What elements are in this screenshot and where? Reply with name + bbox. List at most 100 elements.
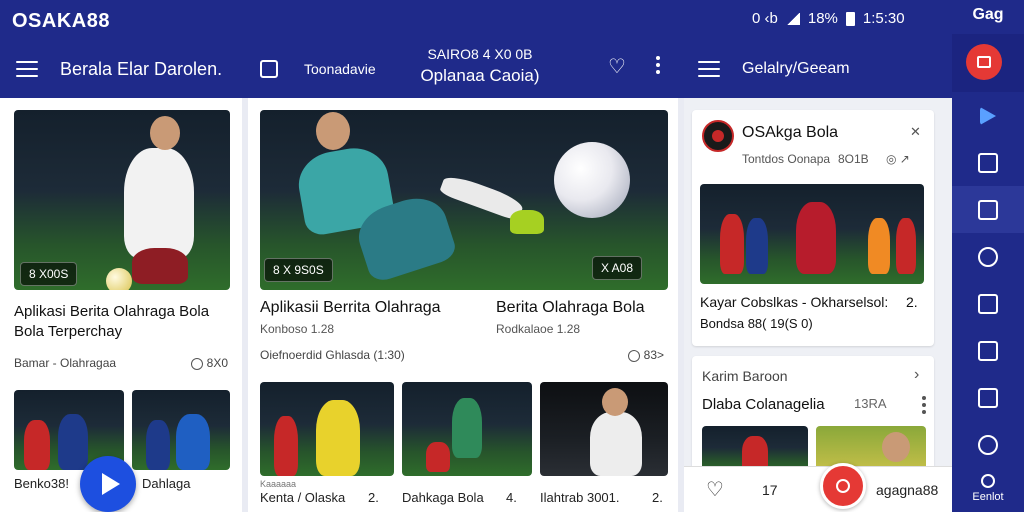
panel2-title: Dlaba Colanagelia	[702, 396, 825, 413]
col2-subtitle[interactable]: Toonadavie	[304, 61, 376, 77]
card-a-title[interactable]: Aplikasii Berrita Olahraga	[260, 298, 480, 318]
hero-badge-right: X A08	[592, 256, 643, 280]
thumb1-label[interactable]: Benko38!	[14, 476, 69, 491]
filter-icon[interactable]	[260, 60, 278, 78]
player-figure	[124, 148, 194, 258]
share-icon[interactable]: ◎ ↗	[886, 152, 910, 166]
panel1-name: OSAkga Bola	[742, 124, 839, 141]
refresh-button[interactable]	[820, 463, 866, 509]
center-line1: SAIRO8 4 X0 0B	[427, 46, 533, 62]
ball	[106, 268, 132, 290]
thumb-a-label[interactable]: Kenta / Olaska	[260, 490, 345, 505]
bottom-brand[interactable]: agagna88	[876, 482, 938, 498]
panel2-num: 13RA	[854, 396, 887, 411]
card-b-title[interactable]: Berita Olahraga Bola	[496, 298, 676, 318]
chevron-right-icon[interactable]: ›	[914, 366, 919, 384]
cloud-icon	[978, 246, 998, 267]
player-figure	[868, 218, 890, 274]
app-header: OSAKA88 0 ‹b 18% 1:5:30 Berala Elar Daro…	[0, 0, 952, 98]
player-head	[150, 116, 180, 150]
card1-comments[interactable]: 8X0	[190, 356, 228, 370]
thumb-b-image[interactable]	[402, 382, 532, 476]
menu-icon-2[interactable]	[698, 61, 720, 77]
bottom-count: 17	[762, 481, 778, 498]
thumb2-image[interactable]	[132, 390, 230, 470]
battery-icon	[845, 11, 855, 26]
rail-item-send[interactable]	[952, 92, 1024, 139]
card1-meta: Bamar - Olahragaa	[14, 356, 117, 370]
menu-icon[interactable]	[16, 61, 38, 77]
signal-icon	[785, 12, 800, 25]
rail-items	[952, 92, 1024, 468]
rail-item-doc[interactable]	[952, 327, 1024, 374]
thumb-a-image[interactable]	[260, 382, 394, 476]
play-button[interactable]	[80, 456, 136, 512]
document-icon	[978, 340, 998, 361]
heart-icon[interactable]: ♡	[608, 54, 626, 79]
player-figure	[146, 420, 170, 470]
rail-item-folder[interactable]	[952, 139, 1024, 186]
col2-meta-row: Oiefnoerdid Ghlasda (1:30) 83>	[260, 348, 664, 362]
player-figure	[896, 218, 916, 274]
player-figure	[590, 412, 642, 476]
thumb-c-label[interactable]: Ilahtrab 3001.	[540, 490, 620, 505]
play-icon	[101, 473, 120, 495]
rail-item-alert[interactable]	[952, 186, 1024, 233]
calendar-icon	[977, 56, 991, 68]
player-head	[316, 112, 350, 150]
rail-bottom-label: Eenlot	[972, 491, 1004, 503]
rail-calendar-button[interactable]	[966, 44, 1002, 80]
thumb2-label[interactable]: Dahlaga	[142, 476, 190, 491]
center-line2: Oplanaa Caoia)	[420, 66, 540, 85]
card1-badge: 8 X00S	[20, 262, 78, 286]
player-figure	[796, 202, 836, 274]
col2-comments[interactable]: 83>	[627, 348, 664, 362]
clock: 1:5:30	[862, 10, 905, 27]
brand-logo[interactable]: OSAKA88	[12, 10, 110, 33]
card1-meta-row: Bamar - Olahragaa 8X0	[14, 356, 228, 370]
player-figure	[452, 398, 482, 458]
card1-count: 8X0	[206, 356, 228, 370]
hero-badge-left: 8 X 9S0S	[264, 258, 333, 282]
player-figure	[274, 416, 298, 476]
rail-item-upload[interactable]	[952, 374, 1024, 421]
card-a-meta: Konboso 1.28	[260, 322, 335, 336]
panel2-label: Karim Baroon	[702, 368, 788, 384]
comment-icon	[190, 357, 203, 370]
rail-item-stats[interactable]	[952, 280, 1024, 327]
player-figure	[316, 400, 360, 476]
rail-item-cloud[interactable]	[952, 233, 1024, 280]
status-bar: 0 ‹b 18% 1:5:30	[752, 10, 905, 27]
thumb-c-image[interactable]	[540, 382, 668, 476]
col3-title: Gelalry/Geeam	[742, 60, 850, 77]
refresh-icon	[836, 479, 850, 493]
panel1-caption-num: 2.	[906, 294, 918, 310]
player-figure	[426, 442, 450, 472]
heart-outline-icon[interactable]: ♡	[706, 477, 724, 502]
thumb-b-label[interactable]: Dahkaga Bola	[402, 490, 484, 505]
rail-top-label: Gag	[972, 6, 1004, 23]
rail-item-search[interactable]	[952, 421, 1024, 468]
card1-title[interactable]: Aplikasi Berita Olahraga Bola Bola Terpe…	[14, 302, 230, 342]
thumb-a-num: 2.	[368, 490, 379, 505]
featured-panel[interactable]: OSAkga Bola ✕ Tontdos Oonapa 8O1B ◎ ↗ Ka…	[692, 110, 934, 346]
battery-text: 18%	[807, 10, 838, 27]
thumb-c-num: 2.	[652, 490, 663, 505]
more-icon-2[interactable]	[922, 394, 926, 414]
feed-column-3: OSAkga Bola ✕ Tontdos Oonapa 8O1B ◎ ↗ Ka…	[684, 98, 952, 512]
player-head	[882, 432, 910, 462]
card-b-meta: Rodkalaoe 1.28	[496, 322, 581, 336]
feed-column-1: 8 X00S Aplikasi Berita Olahraga Bola Bol…	[0, 98, 242, 512]
club-logo	[702, 120, 734, 152]
player-head	[602, 388, 628, 416]
rail-settings[interactable]: Eenlot	[952, 474, 1024, 503]
send-icon	[980, 106, 996, 125]
close-icon[interactable]: ✕	[910, 124, 921, 140]
col2-count: 83>	[643, 348, 664, 362]
status-icons: 0 ‹b	[752, 10, 778, 27]
ball	[554, 142, 630, 218]
panel1-image[interactable]	[700, 184, 924, 284]
more-icon[interactable]	[655, 54, 660, 79]
panel1-caption: Kayar Cobslkas - Okharselsol:	[700, 294, 889, 310]
side-rail: Gag Eenlot	[952, 0, 1024, 512]
